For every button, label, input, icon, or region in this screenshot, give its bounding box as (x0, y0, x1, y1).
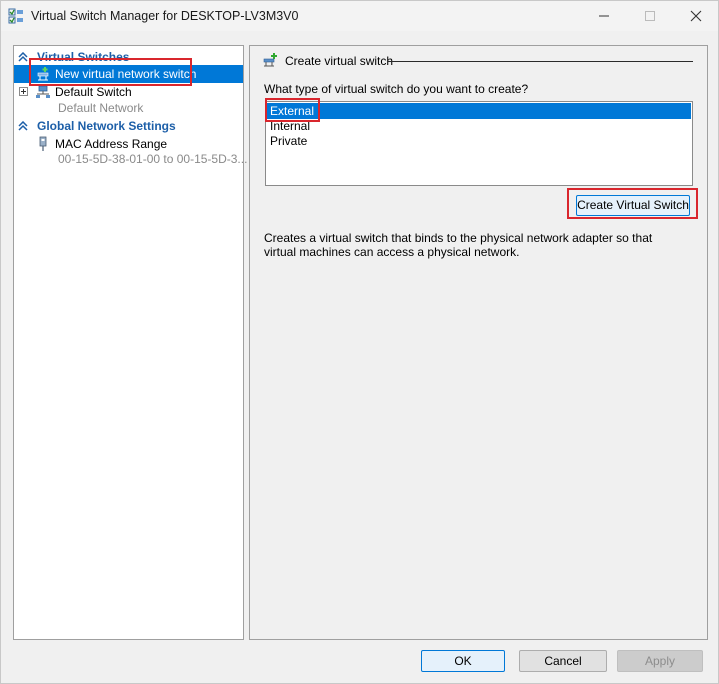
highlight-box-external (265, 98, 320, 122)
new-switch-icon (263, 53, 277, 67)
expand-icon[interactable] (19, 87, 28, 96)
mac-range-value: 00-15-5D-38-01-00 to 00-15-5D-3... (58, 152, 248, 166)
highlight-box-new-switch (29, 58, 192, 86)
maximize-button[interactable] (627, 1, 673, 31)
switch-tree-pane[interactable]: Virtual Switches New virtual network swi… (13, 45, 248, 640)
switch-manager-icon (8, 8, 23, 24)
ok-button[interactable]: OK (421, 650, 505, 672)
minimize-button[interactable] (581, 1, 627, 31)
global-network-settings-section[interactable]: Global Network Settings (14, 118, 243, 134)
switch-type-question: What type of virtual switch do you want … (264, 82, 529, 96)
close-icon (690, 10, 702, 22)
apply-button[interactable]: Apply (617, 650, 703, 672)
tree-item-mac-range[interactable]: MAC Address Range (14, 135, 243, 153)
default-switch-label: Default Switch (55, 85, 132, 99)
switch-type-internal[interactable]: Internal (267, 118, 691, 134)
switch-type-private[interactable]: Private (267, 133, 691, 149)
default-switch-network: Default Network (58, 101, 144, 115)
switch-type-external[interactable]: External (267, 103, 691, 119)
maximize-icon (645, 11, 655, 21)
collapse-icon[interactable] (18, 121, 28, 131)
virtual-switch-manager-window: Virtual Switch Manager for DESKTOP-LV3M3… (0, 0, 719, 684)
network-switch-icon (36, 85, 50, 98)
switch-type-description: Creates a virtual switch that binds to t… (264, 231, 653, 259)
switch-type-list[interactable]: External Internal Private (265, 101, 693, 186)
highlight-box-create-button (567, 188, 698, 219)
create-switch-pane: Create virtual switch What type of virtu… (249, 45, 708, 640)
create-switch-header: Create virtual switch (285, 54, 394, 68)
close-button[interactable] (673, 1, 719, 31)
mac-range-label: MAC Address Range (55, 137, 168, 151)
minimize-icon (599, 15, 609, 17)
window-title: Virtual Switch Manager for DESKTOP-LV3M3… (31, 9, 299, 23)
collapse-icon[interactable] (18, 52, 28, 62)
header-divider (388, 61, 693, 62)
title-bar[interactable]: Virtual Switch Manager for DESKTOP-LV3M3… (1, 1, 718, 31)
network-adapter-icon (39, 136, 47, 151)
global-network-settings-header: Global Network Settings (37, 119, 176, 133)
cancel-button[interactable]: Cancel (519, 650, 607, 672)
